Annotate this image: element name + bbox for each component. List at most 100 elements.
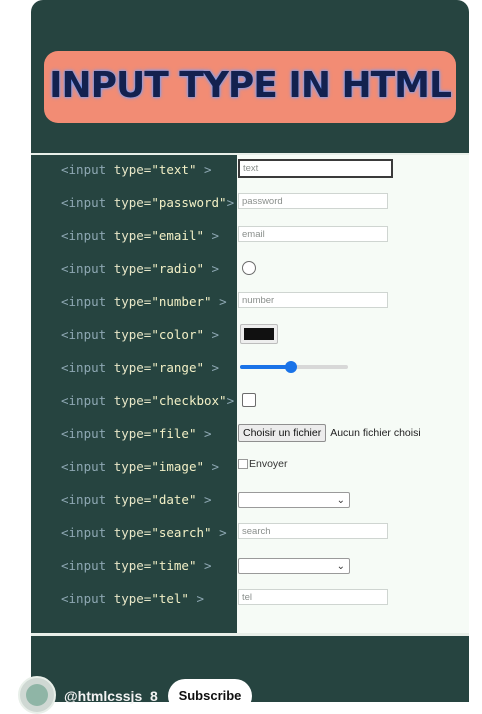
broken-image-icon — [238, 459, 248, 469]
attr-value: "image" — [151, 459, 205, 474]
input-row-range: <input type="range" > — [31, 358, 469, 378]
input-row-color: <input type="color" > — [31, 324, 469, 345]
attr-value: "password" — [151, 195, 227, 210]
image-submit-button[interactable]: Envoyer — [238, 458, 288, 470]
attr-name: type= — [113, 492, 152, 507]
attr-value: "email" — [151, 228, 205, 243]
code-line: <input type="email" > — [61, 226, 219, 246]
tag-open: <input — [61, 162, 107, 177]
attr-value: "checkbox" — [151, 393, 227, 408]
slider-thumb[interactable] — [284, 361, 297, 373]
search-input[interactable]: search — [238, 523, 388, 539]
code-line: <input type="password"> — [61, 193, 234, 213]
input-row-search: <input type="search" > search — [31, 523, 469, 543]
avatar-image — [26, 684, 48, 706]
chevron-down-icon: ⌄ — [336, 561, 345, 572]
password-input[interactable]: password — [238, 193, 388, 209]
code-line: <input type="range" > — [61, 358, 219, 378]
tag-open: <input — [61, 426, 107, 441]
attr-name: type= — [113, 426, 152, 441]
code-line: <input type="image" > — [61, 457, 219, 477]
attr-value: "time" — [151, 558, 197, 573]
choose-file-button[interactable]: Choisir un fichier — [238, 424, 327, 442]
attr-value: "date" — [151, 492, 197, 507]
banner-title: INPUT TYPE IN HTML — [49, 65, 452, 106]
attr-name: type= — [113, 591, 152, 606]
tag-open: <input — [61, 525, 107, 540]
radio-button[interactable] — [242, 261, 256, 275]
code-line: <input type="checkbox"> — [61, 391, 234, 411]
attr-value: "color" — [151, 327, 205, 342]
tag-open: <input — [61, 261, 107, 276]
attr-name: type= — [113, 393, 152, 408]
attr-value: "number" — [151, 294, 212, 309]
input-row-checkbox: <input type="checkbox"> — [31, 391, 469, 411]
chevron-down-icon: ⌄ — [336, 495, 345, 506]
text-input[interactable]: text — [238, 159, 393, 178]
video-card: INPUT TYPE IN HTML <input type="text" > t… — [31, 0, 469, 702]
tag-close: > — [219, 525, 227, 540]
tag-open: <input — [61, 591, 107, 606]
tag-close: > — [211, 360, 220, 375]
subscribe-button[interactable]: Subscribe — [168, 679, 252, 713]
checkbox[interactable] — [242, 393, 256, 407]
tag-close: > — [204, 558, 212, 573]
attr-name: type= — [113, 162, 152, 177]
color-picker[interactable] — [240, 324, 278, 344]
slider-fill — [240, 365, 291, 369]
number-input[interactable]: number — [238, 292, 388, 308]
attr-value: "text" — [151, 162, 197, 177]
tag-open: <input — [61, 492, 107, 507]
input-row-date: <input type="date" > ⌄ — [31, 490, 469, 510]
input-row-password: <input type="password"> password — [31, 193, 469, 213]
channel-avatar[interactable] — [18, 676, 56, 714]
attr-name: type= — [113, 228, 152, 243]
code-line: <input type="time" > — [61, 556, 212, 576]
attr-name: type= — [113, 327, 152, 342]
input-row-image: <input type="image" > Envoyer — [31, 457, 469, 477]
code-line: <input type="color" > — [61, 325, 219, 345]
code-line: <input type="tel" > — [61, 589, 204, 609]
code-line: <input type="radio" > — [61, 259, 219, 279]
attr-name: type= — [113, 261, 152, 276]
tag-open: <input — [61, 393, 107, 408]
date-picker[interactable]: ⌄ — [238, 492, 350, 508]
input-row-text: <input type="text" > text — [31, 159, 469, 180]
attr-name: type= — [113, 360, 152, 375]
tag-open: <input — [61, 327, 107, 342]
tag-close: > — [196, 591, 205, 606]
tag-open: <input — [61, 558, 107, 573]
tag-open: <input — [61, 195, 107, 210]
code-line: <input type="number" > — [61, 292, 227, 312]
email-input[interactable]: email — [238, 226, 388, 242]
input-row-time: <input type="time" > ⌄ — [31, 556, 469, 576]
file-status: Aucun fichier choisi — [330, 427, 421, 439]
input-row-file: <input type="file" > Choisir un fichier Au… — [31, 424, 469, 444]
bottom-divider — [31, 633, 469, 636]
attr-value: "range" — [151, 360, 205, 375]
tag-close: > — [211, 261, 220, 276]
tag-close: > — [226, 393, 235, 408]
range-slider[interactable] — [240, 358, 348, 374]
tag-open: <input — [61, 294, 107, 309]
tag-close: > — [204, 492, 212, 507]
attr-name: type= — [113, 558, 152, 573]
tag-close: > — [211, 459, 220, 474]
code-line: <input type="date" > — [61, 490, 212, 510]
input-row-tel: <input type="tel" > tel — [31, 589, 469, 609]
tel-input[interactable]: tel — [238, 589, 388, 605]
tag-close: > — [204, 426, 212, 441]
time-picker[interactable]: ⌄ — [238, 558, 350, 574]
input-row-radio: <input type="radio" > — [31, 259, 469, 279]
file-input[interactable]: Choisir un fichier Aucun fichier choisi — [238, 424, 421, 442]
tag-close: > — [211, 327, 220, 342]
attr-value: "radio" — [151, 261, 205, 276]
attr-value: "file" — [151, 426, 197, 441]
color-swatch — [244, 328, 274, 340]
tag-close: > — [211, 228, 220, 243]
attr-name: type= — [113, 459, 152, 474]
tag-close: > — [219, 294, 227, 309]
attr-name: type= — [113, 294, 152, 309]
attr-value: "search" — [151, 525, 212, 540]
code-line: <input type="file" > — [61, 424, 212, 444]
